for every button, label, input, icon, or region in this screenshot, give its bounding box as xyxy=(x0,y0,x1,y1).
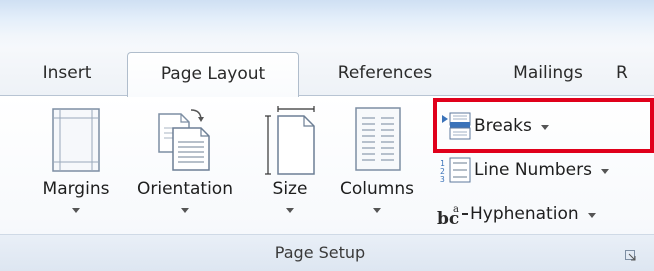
tab-partial-review[interactable]: R xyxy=(616,48,646,96)
breaks-dropdown-arrow-icon xyxy=(540,124,549,130)
line-numbers-dropdown-arrow-icon xyxy=(600,168,609,174)
line-numbers-button[interactable]: 1 2 3 Line Numbers xyxy=(440,152,609,188)
svg-text:a: a xyxy=(453,204,459,215)
columns-dropdown-arrow-icon xyxy=(373,208,381,213)
line-numbers-icon: 1 2 3 xyxy=(440,155,474,185)
ribbon-tab-row: Insert Page Layout References Mailings R xyxy=(0,48,654,97)
columns-icon xyxy=(355,107,401,171)
size-icon xyxy=(265,106,315,175)
size-dropdown-arrow-icon xyxy=(286,208,294,213)
tab-page-layout[interactable]: Page Layout xyxy=(127,52,299,97)
margins-label: Margins xyxy=(42,179,110,199)
columns-button[interactable]: Columns xyxy=(332,100,422,230)
tab-references[interactable]: References xyxy=(318,48,452,96)
breaks-label: Breaks xyxy=(474,116,532,136)
margins-icon xyxy=(52,108,100,172)
hyphenation-label: Hyphenation xyxy=(470,204,579,224)
size-label: Size xyxy=(272,179,308,199)
size-button[interactable]: Size xyxy=(258,100,322,230)
breaks-button[interactable]: Breaks xyxy=(440,108,549,144)
breaks-icon xyxy=(440,111,474,141)
page-setup-group-label: Page Setup xyxy=(274,243,366,262)
line-numbers-label: Line Numbers xyxy=(474,160,592,180)
hyphenation-icon: bc a xyxy=(436,199,470,229)
title-bar xyxy=(0,0,654,52)
tab-mailings[interactable]: Mailings xyxy=(492,48,604,96)
orientation-dropdown-arrow-icon xyxy=(181,208,189,213)
margins-button[interactable]: Margins xyxy=(30,100,122,230)
orientation-label: Orientation xyxy=(137,179,233,199)
orientation-icon xyxy=(158,109,210,171)
hyphenation-dropdown-arrow-icon xyxy=(587,212,596,218)
svg-text:3: 3 xyxy=(440,175,445,184)
orientation-button[interactable]: Orientation xyxy=(122,100,248,230)
hyphenation-button[interactable]: bc a Hyphenation xyxy=(436,196,596,232)
dialog-launcher-icon[interactable] xyxy=(625,250,637,262)
tab-insert[interactable]: Insert xyxy=(26,48,108,96)
columns-label: Columns xyxy=(340,179,414,199)
margins-dropdown-arrow-icon xyxy=(72,208,80,213)
